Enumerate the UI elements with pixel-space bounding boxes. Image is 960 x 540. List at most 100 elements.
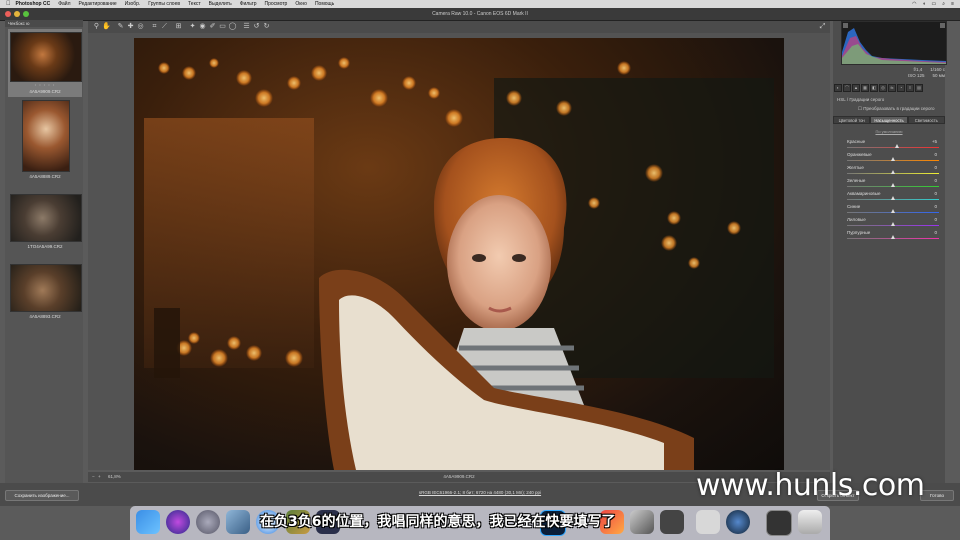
siri-icon[interactable] (166, 510, 190, 534)
photos-app-icon[interactable] (226, 510, 250, 534)
detail-tab-icon[interactable]: ▲ (852, 84, 860, 92)
straighten-tool-icon[interactable]: ⟋ (160, 22, 169, 31)
thumb-caption: 1TO4A5A99.CR2 (27, 244, 63, 249)
slider-knob[interactable] (891, 196, 895, 200)
slider-value[interactable]: 0 (934, 217, 937, 222)
slider-purples[interactable]: Лиловые 0 (847, 217, 939, 230)
volume-icon[interactable]: ◖ (923, 0, 926, 8)
filmstrip-thumb-4[interactable]: 4A5A8893.CR2 (8, 264, 82, 328)
list-icon[interactable]: ≡ (951, 0, 954, 8)
hsl-tab-icon[interactable]: ▦ (861, 84, 869, 92)
spot-removal-icon[interactable]: ✦ (188, 22, 197, 31)
rotate-right-icon[interactable]: ↻ (262, 22, 271, 31)
color-sampler-icon[interactable]: ✚ (126, 22, 135, 31)
apple-icon[interactable]:  (6, 0, 11, 8)
slider-blues[interactable]: Синие 0 (847, 204, 939, 217)
split-toning-tab-icon[interactable]: ◧ (870, 84, 878, 92)
photo-illustration (144, 57, 774, 470)
slider-knob[interactable] (891, 183, 895, 187)
quicktime-icon[interactable] (726, 510, 750, 534)
shadow-clipping-icon[interactable] (843, 23, 848, 28)
slider-value[interactable]: 0 (934, 204, 937, 209)
menu-select[interactable]: Выделить (209, 0, 232, 8)
red-eye-icon[interactable]: ◉ (198, 22, 207, 31)
menu-view[interactable]: Просмотр (264, 0, 287, 8)
calibration-tab-icon[interactable]: ◔ (897, 84, 905, 92)
transform-tool-icon[interactable]: ⊞ (174, 22, 183, 31)
menu-app[interactable]: Photoshop CC (16, 0, 51, 8)
radial-filter-icon[interactable]: ◯ (228, 22, 237, 31)
filmstrip-thumb-3[interactable]: 1TO4A5A99.CR2 (8, 194, 82, 258)
menu-layers[interactable]: Группы слоев (148, 0, 180, 8)
folder-icon[interactable] (766, 510, 792, 536)
menu-file[interactable]: Файл (58, 0, 70, 8)
grayscale-checkbox[interactable]: ☐ Преобразовать в градации серого (858, 106, 935, 112)
targeted-adjustment-icon[interactable]: ◎ (136, 22, 145, 31)
crop-tool-icon[interactable]: ⌗ (150, 22, 159, 31)
slider-value[interactable]: 0 (934, 191, 937, 196)
hand-tool-icon[interactable]: ✋ (102, 22, 111, 31)
filmstrip: Чекбокс ю • • • • • 4A5A9909.CR2 4A5A888… (5, 20, 83, 490)
graduated-filter-icon[interactable]: ▭ (218, 22, 227, 31)
white-balance-icon[interactable]: ✎ (116, 22, 125, 31)
grayscale-checkbox-label: Преобразовать в градации серого (863, 106, 935, 111)
slider-knob[interactable] (891, 157, 895, 161)
slider-greens[interactable]: Зеленые 0 (847, 178, 939, 191)
tab-hue[interactable]: Цветовой тон (833, 116, 871, 124)
filmstrip-thumb-1[interactable]: • • • • • 4A5A9909.CR2 (8, 29, 82, 97)
slider-knob[interactable] (891, 222, 895, 226)
filmstrip-thumb-2[interactable]: 4A5A8889.CR2 (8, 100, 82, 188)
rating-stars[interactable]: • • • • • (8, 82, 82, 87)
menu-window[interactable]: Окно (295, 0, 307, 8)
window-title: Camera Raw 10.0 - Canon EOS 6D Mark II (432, 11, 528, 17)
slider-aquas[interactable]: Аквамариновые 0 (847, 191, 939, 204)
battery-icon[interactable]: ▭ (932, 0, 937, 8)
slider-label: Зеленые (847, 178, 866, 183)
snapshots-tab-icon[interactable]: ▤ (915, 84, 923, 92)
tab-luminance[interactable]: Светимость (907, 116, 945, 124)
basic-tab-icon[interactable]: ◐ (834, 84, 842, 92)
focal-length: 50 мм (932, 73, 945, 78)
slider-reds[interactable]: Красные +5 (847, 139, 939, 152)
slider-value[interactable]: 0 (934, 165, 937, 170)
save-image-button[interactable]: Сохранить изображение... (5, 490, 79, 501)
menu-help[interactable]: Помощь (315, 0, 334, 8)
search-icon[interactable]: ⌕ (942, 0, 945, 8)
workflow-options-link[interactable]: sRGB IEC61966-2.1; 8 бит; 6720 на 4480 (… (330, 490, 630, 495)
presets-tab-icon[interactable]: ≡ (906, 84, 914, 92)
highlight-clipping-icon[interactable] (940, 23, 945, 28)
slider-track[interactable] (847, 147, 939, 148)
slider-magentas[interactable]: Пурпурные 0 (847, 230, 939, 243)
done-button[interactable]: Готово (920, 490, 954, 501)
tone-curve-tab-icon[interactable]: ⌒ (843, 84, 851, 92)
preview-photo[interactable] (134, 38, 784, 470)
tab-saturation[interactable]: Насыщенность (870, 116, 908, 124)
finder-icon[interactable] (136, 510, 160, 534)
slider-knob[interactable] (891, 235, 895, 239)
slider-knob[interactable] (895, 144, 899, 148)
default-link[interactable]: По умолчанию (833, 129, 945, 134)
preferences-icon[interactable]: ☰ (242, 22, 251, 31)
slider-knob[interactable] (891, 170, 895, 174)
slider-knob[interactable] (891, 209, 895, 213)
menu-type[interactable]: Текст (188, 0, 201, 8)
wifi-icon[interactable]: ◠ (912, 0, 916, 8)
rotate-left-icon[interactable]: ↺ (252, 22, 261, 31)
adjustment-brush-icon[interactable]: ✐ (208, 22, 217, 31)
menu-filter[interactable]: Фильтр (240, 0, 257, 8)
menu-image[interactable]: Изобр. (125, 0, 141, 8)
zoom-tool-icon[interactable]: ⚲ (92, 22, 101, 31)
slider-yellows[interactable]: Желтые 0 (847, 165, 939, 178)
filmstrip-header[interactable]: Чекбокс ю (5, 20, 83, 27)
menu-edit[interactable]: Редактирование (79, 0, 117, 8)
lens-tab-icon[interactable]: ◎ (879, 84, 887, 92)
fullscreen-icon[interactable]: ⤢ (818, 22, 827, 31)
slider-value[interactable]: +5 (932, 139, 937, 144)
slider-value[interactable]: 0 (934, 230, 937, 235)
slider-value[interactable]: 0 (934, 178, 937, 183)
trash-icon[interactable] (798, 510, 822, 534)
effects-tab-icon[interactable]: fx (888, 84, 896, 92)
slider-oranges[interactable]: Оранжевые 0 (847, 152, 939, 165)
launchpad-icon[interactable] (196, 510, 220, 534)
slider-value[interactable]: 0 (934, 152, 937, 157)
